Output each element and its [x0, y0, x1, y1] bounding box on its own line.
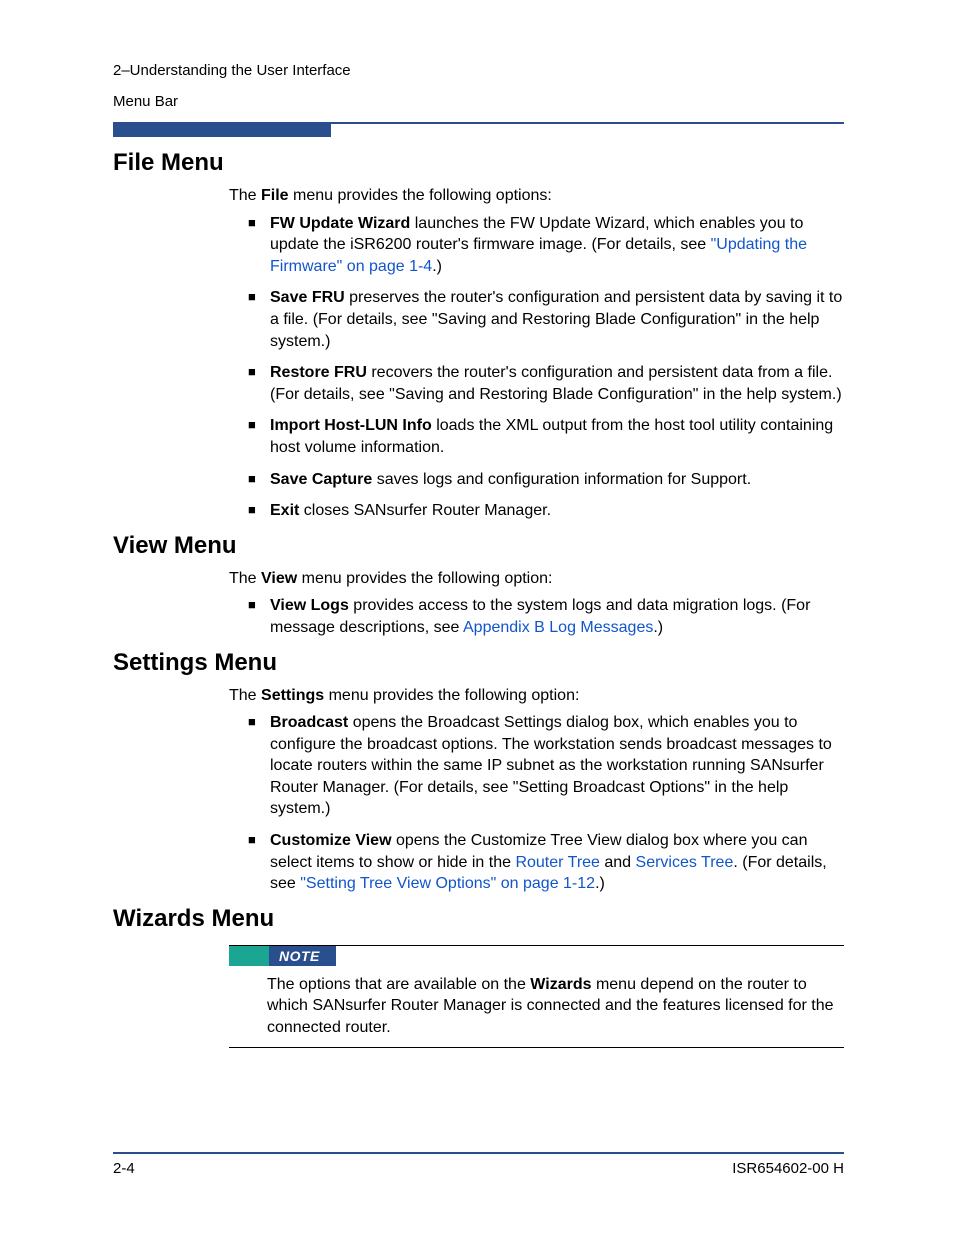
file-menu-heading: File Menu: [113, 149, 844, 177]
settings-menu-intro: The Settings menu provides the following…: [229, 685, 844, 707]
view-menu-heading: View Menu: [113, 532, 844, 560]
file-menu-intro: The File menu provides the following opt…: [229, 185, 844, 207]
list-item: Customize View opens the Customize Tree …: [248, 830, 844, 895]
list-item: Exit closes SANsurfer Router Manager.: [248, 500, 844, 522]
list-item: Broadcast opens the Broadcast Settings d…: [248, 712, 844, 820]
note-bottom-rule: [229, 1047, 844, 1048]
list-item: FW Update Wizard launches the FW Update …: [248, 213, 844, 278]
settings-menu-heading: Settings Menu: [113, 649, 844, 677]
note-teal-accent: [229, 946, 269, 966]
wizards-menu-heading: Wizards Menu: [113, 905, 844, 933]
page-number: 2-4: [113, 1160, 135, 1177]
link-services-tree[interactable]: Services Tree: [636, 854, 734, 871]
doc-id: ISR654602-00 H: [732, 1160, 844, 1177]
link-tree-view-options[interactable]: "Setting Tree View Options" on page 1-12: [300, 875, 595, 892]
list-item: Save Capture saves logs and configuratio…: [248, 469, 844, 491]
header-section: Menu Bar: [113, 91, 844, 112]
list-item: Save FRU preserves the router's configur…: [248, 287, 844, 352]
settings-menu-list: Broadcast opens the Broadcast Settings d…: [248, 712, 844, 895]
list-item: Restore FRU recovers the router's config…: [248, 362, 844, 405]
note-label: NOTE: [269, 946, 336, 966]
note-text: The options that are available on the Wi…: [267, 974, 844, 1039]
header-accent-bar: [113, 124, 331, 137]
header-chapter: 2–Understanding the User Interface: [113, 60, 844, 81]
view-menu-list: View Logs provides access to the system …: [248, 595, 844, 638]
list-item: Import Host-LUN Info loads the XML outpu…: [248, 415, 844, 458]
file-menu-list: FW Update Wizard launches the FW Update …: [248, 213, 844, 522]
view-menu-intro: The View menu provides the following opt…: [229, 568, 844, 590]
list-item: View Logs provides access to the system …: [248, 595, 844, 638]
link-router-tree[interactable]: Router Tree: [515, 854, 599, 871]
note-block: NOTE The options that are available on t…: [229, 945, 844, 1048]
footer-rule: [113, 1152, 844, 1154]
page-footer: 2-4 ISR654602-00 H: [113, 1152, 844, 1177]
link-appendix-b[interactable]: Appendix B Log Messages: [463, 619, 653, 636]
